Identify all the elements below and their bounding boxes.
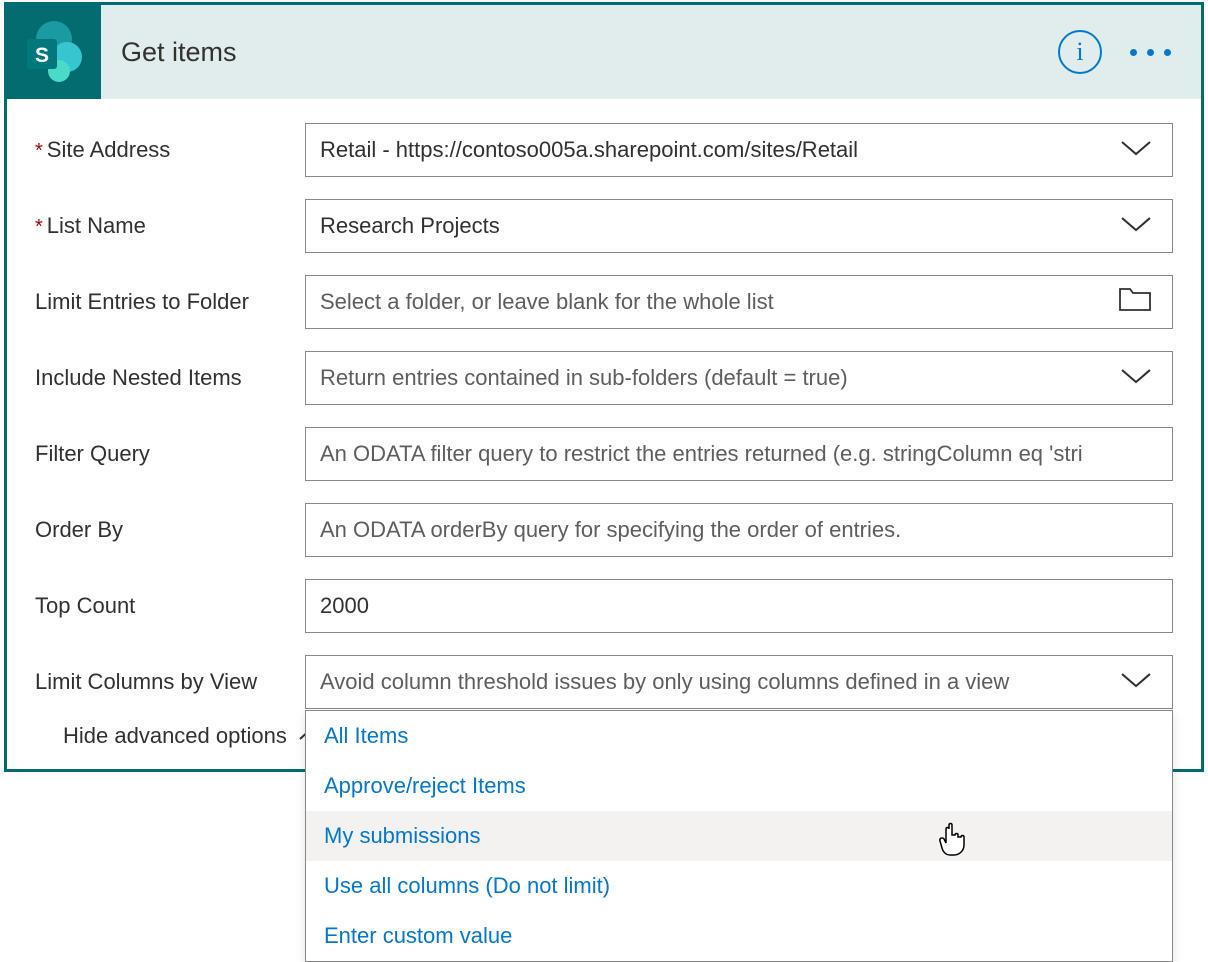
label-site-address: * Site Address <box>35 137 305 163</box>
required-marker: * <box>35 216 43 239</box>
label-list-name: * List Name <box>35 213 305 239</box>
select-limit-columns[interactable]: Avoid column threshold issues by only us… <box>305 655 1173 709</box>
label-include-nested: Include Nested Items <box>35 365 305 391</box>
action-card: S Get items i * Site Address Retail - ht… <box>4 2 1204 772</box>
dropdown-option-my-submissions[interactable]: My submissions <box>306 811 1172 861</box>
chevron-down-icon <box>1120 137 1152 163</box>
input-filter-query[interactable] <box>305 427 1173 481</box>
select-include-nested[interactable]: Return entries contained in sub-folders … <box>305 351 1173 405</box>
label-limit-columns: Limit Columns by View <box>35 669 305 695</box>
select-value: Research Projects <box>320 213 500 239</box>
field-include-nested: Include Nested Items Return entries cont… <box>35 351 1173 405</box>
field-site-address: * Site Address Retail - https://contoso0… <box>35 123 1173 177</box>
pointer-cursor-icon <box>937 821 967 863</box>
dropdown-option-approve-reject[interactable]: Approve/reject Items <box>306 761 1172 811</box>
label-text: Site Address <box>47 137 171 163</box>
field-list-name: * List Name Research Projects <box>35 199 1173 253</box>
chevron-down-icon <box>1120 669 1152 695</box>
sharepoint-icon: S <box>19 17 89 87</box>
chevron-down-icon <box>1120 365 1152 391</box>
placeholder-text: Return entries contained in sub-folders … <box>320 365 848 391</box>
dropdown-option-all-items[interactable]: All Items <box>306 711 1172 761</box>
placeholder-text: Avoid column threshold issues by only us… <box>320 669 1009 695</box>
select-site-address[interactable]: Retail - https://contoso005a.sharepoint.… <box>305 123 1173 177</box>
label-filter-query: Filter Query <box>35 441 305 467</box>
select-value: Retail - https://contoso005a.sharepoint.… <box>320 137 858 163</box>
hide-advanced-label: Hide advanced options <box>63 723 287 749</box>
limit-columns-dropdown: All Items Approve/reject Items My submis… <box>305 710 1173 962</box>
card-body: * Site Address Retail - https://contoso0… <box>7 99 1201 769</box>
info-icon[interactable]: i <box>1058 30 1102 74</box>
label-top-count: Top Count <box>35 593 305 619</box>
label-text: List Name <box>47 213 146 239</box>
field-limit-folder: Limit Entries to Folder Select a folder,… <box>35 275 1173 329</box>
more-menu-icon[interactable] <box>1130 49 1171 56</box>
svg-text:S: S <box>35 44 49 67</box>
label-order-by: Order By <box>35 517 305 543</box>
folder-picker-icon[interactable] <box>1118 285 1152 319</box>
field-filter-query: Filter Query <box>35 427 1173 481</box>
top-count-text-input[interactable] <box>320 593 1158 619</box>
chevron-down-icon <box>1120 213 1152 239</box>
select-list-name[interactable]: Research Projects <box>305 199 1173 253</box>
option-text: My submissions <box>324 823 480 848</box>
order-by-text-input[interactable] <box>320 517 1158 543</box>
dropdown-option-custom-value[interactable]: Enter custom value <box>306 911 1172 961</box>
field-limit-columns: Limit Columns by View Avoid column thres… <box>35 655 1173 709</box>
action-title: Get items <box>101 37 1058 68</box>
input-top-count[interactable] <box>305 579 1173 633</box>
filter-query-text-input[interactable] <box>320 441 1158 467</box>
required-marker: * <box>35 140 43 163</box>
input-limit-folder[interactable]: Select a folder, or leave blank for the … <box>305 275 1173 329</box>
sharepoint-logo: S <box>7 5 101 99</box>
field-top-count: Top Count <box>35 579 1173 633</box>
dropdown-option-use-all[interactable]: Use all columns (Do not limit) <box>306 861 1172 911</box>
label-limit-folder: Limit Entries to Folder <box>35 289 305 315</box>
placeholder-text: Select a folder, or leave blank for the … <box>320 289 774 315</box>
input-order-by[interactable] <box>305 503 1173 557</box>
card-header: S Get items i <box>7 5 1201 99</box>
field-order-by: Order By <box>35 503 1173 557</box>
